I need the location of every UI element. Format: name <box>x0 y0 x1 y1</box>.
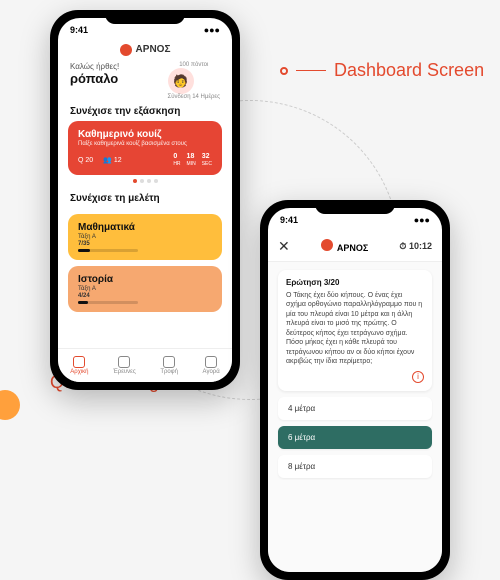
greeting-text: Καλώς ήρθες! <box>70 62 119 71</box>
answer-option-2[interactable]: 8 μέτρα <box>278 455 432 478</box>
tab-shop[interactable]: Αγορά <box>203 356 220 375</box>
dashboard-label: Dashboard Screen <box>280 60 484 81</box>
question-text: Ο Τάκης έχει δύο κήπους. Ο ένας έχει σχή… <box>286 291 424 367</box>
answer-option-0[interactable]: 4 μέτρα <box>278 397 432 420</box>
daily-quiz-card[interactable]: Καθημερινό κουίζ Παίξε καθημερινά κουίζ … <box>68 121 222 175</box>
timer: ⏱ 10:12 <box>399 241 432 252</box>
continue-study-header: Συνέχισε τη μελέτη <box>58 187 232 208</box>
question-card: Ερώτηση 3/20 Ο Τάκης έχει δύο κήπους. Ο … <box>278 270 432 391</box>
tab-bar: Αρχική Έρευνες Τροφή Αγορά <box>58 348 232 382</box>
carousel-dots[interactable] <box>58 175 232 187</box>
subject-history[interactable]: Ιστορία Τάξη Α 4/24 <box>68 266 222 312</box>
subject-math[interactable]: Μαθηματικά Τάξη Α 7/35 <box>68 214 222 260</box>
tab-food[interactable]: Τροφή <box>160 356 178 375</box>
app-logo: ΑΡΝΟΣ <box>58 42 232 58</box>
info-icon[interactable]: i <box>412 371 424 383</box>
points-badge: 100 πόντοι <box>168 62 221 68</box>
continue-practice-header: Συνέχισε την εξάσκηση <box>58 100 232 121</box>
avatar[interactable]: 🧑 <box>168 68 194 94</box>
answer-option-1[interactable]: 6 μέτρα <box>278 426 432 449</box>
tab-home[interactable]: Αρχική <box>70 356 88 375</box>
tab-research[interactable]: Έρευνες <box>113 356 136 375</box>
dashboard-phone: 9:41●●● ΑΡΝΟΣ Καλώς ήρθες! ρόπαλο 100 πό… <box>50 10 240 390</box>
question-number: Ερώτηση 3/20 <box>286 278 424 287</box>
close-icon[interactable]: ✕ <box>278 238 290 255</box>
question-phone: 9:41●●● ✕ ΑΡΝΟΣ ⏱ 10:12 Ερώτηση 3/20 Ο Τ… <box>260 200 450 580</box>
app-logo: ΑΡΝΟΣ <box>321 238 368 256</box>
greeting-name: ρόπαλο <box>70 71 119 86</box>
